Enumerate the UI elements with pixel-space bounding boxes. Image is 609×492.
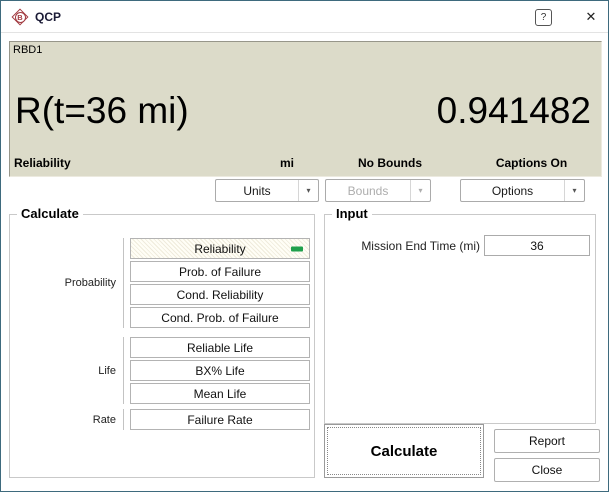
rate-cluster-label: Rate xyxy=(92,414,116,426)
mission-end-time-label: Mission End Time (mi) xyxy=(361,239,480,253)
chevron-down-icon[interactable]: ▾ xyxy=(298,180,318,201)
bounds-dropdown-label: Bounds xyxy=(347,183,389,198)
close-button[interactable]: Close xyxy=(494,458,600,482)
qcp-window: B QCP ? ✕ RBD1 R(t=36 mi) 0.941482 Relia… xyxy=(0,0,609,492)
failure-rate-button-label: Failure Rate xyxy=(187,412,253,427)
bx-life-button-label: BX% Life xyxy=(195,363,245,378)
probability-cluster-label: Probability xyxy=(64,277,116,289)
calculate-group-title: Calculate xyxy=(17,206,83,221)
report-button[interactable]: Report xyxy=(494,429,600,453)
failure-rate-button[interactable]: Failure Rate xyxy=(130,409,310,430)
life-cluster-divider xyxy=(123,337,124,404)
reliability-button[interactable]: Reliability xyxy=(130,238,310,259)
help-icon[interactable]: ? xyxy=(535,9,552,26)
metric-caption: Reliability xyxy=(14,156,71,170)
prob-of-failure-button-label: Prob. of Failure xyxy=(178,264,262,279)
bounds-caption: No Bounds xyxy=(358,156,422,170)
cond-prob-of-failure-button[interactable]: Cond. Prob. of Failure xyxy=(130,307,310,328)
title-bar[interactable]: B QCP ? ✕ xyxy=(1,1,608,33)
selected-indicator xyxy=(291,246,303,251)
life-cluster-label: Life xyxy=(98,365,116,377)
reliable-life-button[interactable]: Reliable Life xyxy=(130,337,310,358)
calculate-button[interactable]: Calculate xyxy=(324,424,484,478)
cond-reliability-button[interactable]: Cond. Reliability xyxy=(130,284,310,305)
mean-life-button-label: Mean Life xyxy=(193,386,247,401)
cond-prob-of-failure-button-label: Cond. Prob. of Failure xyxy=(161,310,279,325)
bounds-dropdown-button: Bounds ▾ xyxy=(325,179,431,202)
close-button-label: Close xyxy=(531,463,563,477)
app-icon-letter: B xyxy=(14,11,26,23)
result-panel: RBD1 R(t=36 mi) 0.941482 Reliability mi … xyxy=(9,41,602,177)
app-icon: B xyxy=(11,8,29,26)
rate-cluster-divider xyxy=(123,409,124,430)
result-value: 0.941482 xyxy=(436,90,591,131)
close-icon[interactable]: ✕ xyxy=(580,7,602,27)
mission-end-time-input[interactable] xyxy=(484,235,590,256)
calculate-button-label: Calculate xyxy=(370,442,438,460)
options-dropdown-label[interactable]: Options xyxy=(461,180,564,201)
calculate-group: Calculate Probability Life Rate Reliabil… xyxy=(9,206,315,478)
units-dropdown-label[interactable]: Units xyxy=(216,180,298,201)
report-button-label: Report xyxy=(528,434,566,448)
model-name: RBD1 xyxy=(13,44,43,56)
prob-of-failure-button[interactable]: Prob. of Failure xyxy=(130,261,310,282)
captions-caption: Captions On xyxy=(495,156,568,170)
mean-life-button[interactable]: Mean Life xyxy=(130,383,310,404)
result-expression: R(t=36 mi) xyxy=(15,90,189,131)
bx-life-button[interactable]: BX% Life xyxy=(130,360,310,381)
reliable-life-button-label: Reliable Life xyxy=(186,340,254,355)
chevron-down-icon[interactable]: ▾ xyxy=(564,180,584,201)
options-dropdown-button[interactable]: Options ▾ xyxy=(460,179,585,202)
probability-cluster-divider xyxy=(123,238,124,328)
reliability-button-label: Reliability xyxy=(194,241,246,256)
chevron-down-icon: ▾ xyxy=(410,180,430,201)
window-title: QCP xyxy=(35,10,62,24)
input-group-title: Input xyxy=(332,206,372,221)
units-dropdown-button[interactable]: Units ▾ xyxy=(215,179,319,202)
cond-reliability-button-label: Cond. Reliability xyxy=(176,287,264,302)
input-group: Input Mission End Time (mi) xyxy=(324,206,596,424)
